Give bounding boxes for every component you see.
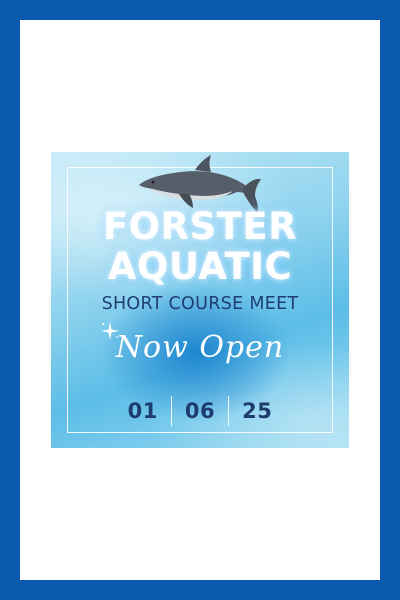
date-display: 01 06 25	[51, 396, 349, 426]
date-divider	[170, 396, 172, 426]
title-line-1: FORSTER	[102, 205, 298, 248]
date-day: 01	[127, 399, 158, 423]
event-poster: FORSTER AQUATIC SHORT COURSE MEET Now Op…	[51, 152, 349, 448]
subtitle: SHORT COURSE MEET	[101, 294, 299, 314]
title-line-2: AQUATIC	[107, 245, 293, 288]
date-divider	[228, 396, 230, 426]
page-border: FORSTER AQUATIC SHORT COURSE MEET Now Op…	[0, 0, 400, 600]
date-month: 06	[184, 399, 216, 423]
now-open-text: Now Open	[115, 330, 285, 365]
page-canvas: FORSTER AQUATIC SHORT COURSE MEET Now Op…	[20, 20, 380, 580]
dolphin-icon	[139, 155, 261, 212]
date-year: 25	[242, 399, 273, 423]
